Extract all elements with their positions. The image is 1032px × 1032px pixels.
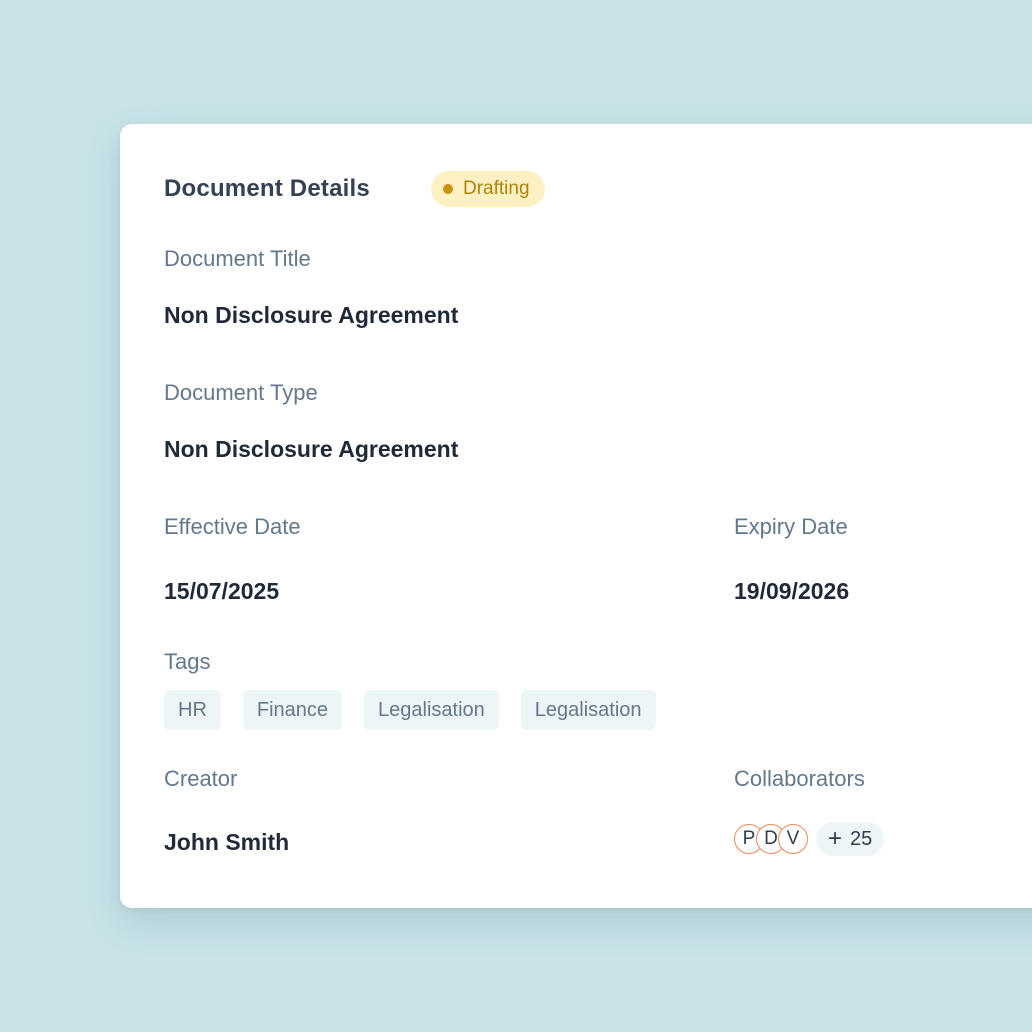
more-collaborators-button[interactable]: + 25 <box>816 822 885 856</box>
tag-legalisation-2[interactable]: Legalisation <box>520 690 656 730</box>
effective-date-label: Effective Date <box>164 514 301 539</box>
document-details-card: Document Details Drafting Document Title… <box>120 124 1032 908</box>
document-title-value: Non Disclosure Agreement <box>164 302 459 328</box>
tags-label: Tags <box>164 649 211 674</box>
more-collaborators-count: 25 <box>850 827 873 850</box>
expiry-date-label: Expiry Date <box>734 514 848 539</box>
tag-list: HR Finance Legalisation Legalisation <box>164 690 656 730</box>
plus-icon: + <box>828 825 843 852</box>
status-label: Drafting <box>463 178 530 199</box>
card-title: Document Details <box>164 175 370 202</box>
document-type-value: Non Disclosure Agreement <box>164 436 459 462</box>
document-title-label: Document Title <box>164 246 311 271</box>
expiry-date-value: 19/09/2026 <box>734 578 850 604</box>
tag-finance[interactable]: Finance <box>242 690 343 730</box>
creator-label: Creator <box>164 766 238 791</box>
document-type-label: Document Type <box>164 380 318 405</box>
collaborator-avatars: P D V + 25 <box>734 822 885 856</box>
avatar[interactable]: V <box>778 824 808 854</box>
tag-legalisation[interactable]: Legalisation <box>364 690 499 730</box>
status-dot-icon <box>443 184 453 194</box>
status-badge: Drafting <box>431 171 545 207</box>
effective-date-value: 15/07/2025 <box>164 578 280 604</box>
tag-hr[interactable]: HR <box>164 690 221 730</box>
creator-value: John Smith <box>164 829 290 855</box>
collaborators-label: Collaborators <box>734 766 865 791</box>
